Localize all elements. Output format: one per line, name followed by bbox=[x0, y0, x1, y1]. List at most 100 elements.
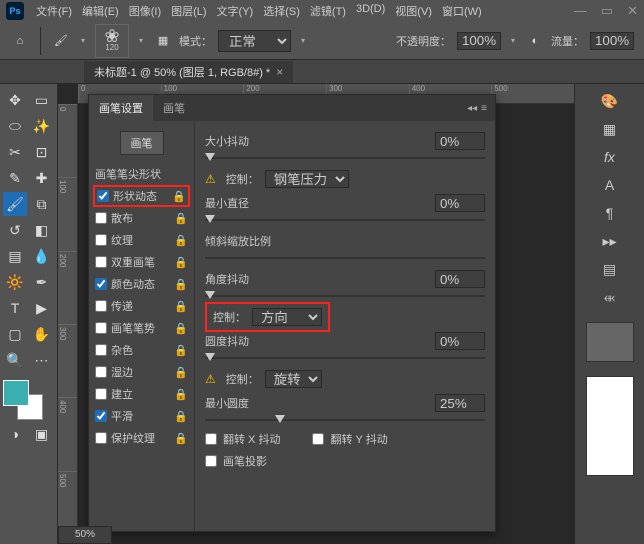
type-tool[interactable]: T bbox=[3, 296, 27, 320]
character-panel-icon[interactable]: A bbox=[599, 174, 621, 196]
setting-scattering[interactable]: 散布🔒 bbox=[93, 207, 190, 229]
home-icon[interactable]: ⌂ bbox=[10, 31, 30, 51]
flip-x-checkbox[interactable] bbox=[205, 433, 217, 445]
color-dynamics-checkbox[interactable] bbox=[95, 278, 107, 290]
setting-wet-edges[interactable]: 湿边🔒 bbox=[93, 361, 190, 383]
setting-brush-pose[interactable]: 画笔笔势🔒 bbox=[93, 317, 190, 339]
menu-select[interactable]: 选择(S) bbox=[259, 1, 304, 21]
brush-tip-shape-row[interactable]: 画笔笔尖形状 bbox=[93, 163, 190, 185]
panel-collapse-icon[interactable]: ◂◂ bbox=[467, 103, 477, 114]
shape-dynamics-checkbox[interactable] bbox=[97, 190, 109, 202]
wet-edges-checkbox[interactable] bbox=[95, 366, 107, 378]
move-tool[interactable]: ✥ bbox=[3, 88, 27, 112]
zoom-tool[interactable]: 🔍 bbox=[3, 348, 27, 372]
maximize-button[interactable]: ▭ bbox=[601, 3, 613, 19]
pen-tool[interactable]: ✒ bbox=[30, 270, 54, 294]
lock-icon[interactable]: 🔒 bbox=[174, 432, 188, 445]
menu-type[interactable]: 文字(Y) bbox=[213, 1, 258, 21]
blend-mode-select[interactable]: 正常 bbox=[218, 30, 291, 52]
lock-icon[interactable]: 🔒 bbox=[174, 322, 188, 335]
lock-icon[interactable]: 🔒 bbox=[174, 278, 188, 291]
texture-checkbox[interactable] bbox=[95, 234, 107, 246]
history-brush-tool[interactable]: ↺ bbox=[3, 218, 27, 242]
lasso-tool[interactable]: ⬭ bbox=[3, 114, 27, 138]
panel-menu-icon[interactable]: ≡ bbox=[481, 103, 487, 114]
control2-select[interactable]: 方向 bbox=[252, 308, 322, 326]
paragraph-panel-icon[interactable]: ¶ bbox=[599, 202, 621, 224]
path-select-tool[interactable]: ▶ bbox=[30, 296, 54, 320]
brush-presets-button[interactable]: 画笔 bbox=[120, 131, 164, 155]
lock-icon[interactable]: 🔒 bbox=[174, 388, 188, 401]
magic-wand-tool[interactable]: ✨ bbox=[30, 114, 54, 138]
menu-view[interactable]: 视图(V) bbox=[391, 1, 436, 21]
lock-icon[interactable]: 🔒 bbox=[172, 190, 186, 203]
scattering-checkbox[interactable] bbox=[95, 212, 107, 224]
eraser-tool[interactable]: ◧ bbox=[30, 218, 54, 242]
navigator-thumbnail[interactable] bbox=[586, 322, 634, 362]
hand-tool[interactable]: ✋ bbox=[30, 322, 54, 346]
dual-brush-checkbox[interactable] bbox=[95, 256, 107, 268]
paths-panel-icon[interactable]: ⬺ bbox=[599, 286, 621, 308]
size-jitter-input[interactable] bbox=[435, 132, 485, 150]
setting-dual-brush[interactable]: 双重画笔🔒 bbox=[93, 251, 190, 273]
transfer-checkbox[interactable] bbox=[95, 300, 107, 312]
swatches-panel-icon[interactable]: ▦ bbox=[599, 118, 621, 140]
chevron-down-icon[interactable]: ▾ bbox=[507, 36, 519, 45]
canvas-area[interactable]: 0100200300400500 0100200300400500 画笔设置 画… bbox=[58, 84, 574, 544]
close-button[interactable]: ✕ bbox=[627, 3, 638, 19]
chevron-down-icon[interactable]: ▾ bbox=[135, 36, 147, 45]
menu-3d[interactable]: 3D(D) bbox=[352, 1, 389, 21]
crop-tool[interactable]: ✂ bbox=[3, 140, 27, 164]
menu-filter[interactable]: 滤镜(T) bbox=[306, 1, 350, 21]
collapse-dock-icon[interactable]: ▸▸ bbox=[599, 230, 621, 252]
angle-jitter-slider[interactable] bbox=[205, 291, 485, 301]
control1-select[interactable]: 钢笔压力 bbox=[265, 170, 349, 188]
stamp-tool[interactable]: ⧉ bbox=[30, 192, 54, 216]
healing-tool[interactable]: ✚ bbox=[30, 166, 54, 190]
menu-edit[interactable]: 编辑(E) bbox=[78, 1, 123, 21]
chevron-down-icon[interactable]: ▾ bbox=[297, 36, 309, 45]
tab-brush-settings[interactable]: 画笔设置 bbox=[89, 95, 153, 121]
min-diameter-slider[interactable] bbox=[205, 215, 485, 225]
round-jitter-slider[interactable] bbox=[205, 353, 485, 363]
flow-input[interactable] bbox=[590, 32, 634, 50]
flip-y-checkbox[interactable] bbox=[312, 433, 324, 445]
screenmode-toggle[interactable]: ▣ bbox=[30, 422, 54, 446]
protect-texture-checkbox[interactable] bbox=[95, 432, 107, 444]
opacity-input[interactable] bbox=[457, 32, 501, 50]
minimize-button[interactable]: — bbox=[574, 3, 587, 19]
lock-icon[interactable]: 🔒 bbox=[174, 300, 188, 313]
frame-tool[interactable]: ⊡ bbox=[30, 140, 54, 164]
edit-toolbar[interactable]: ⋯ bbox=[30, 348, 54, 372]
brush-tool-icon[interactable]: 🖌 bbox=[51, 31, 71, 51]
menu-file[interactable]: 文件(F) bbox=[32, 1, 76, 21]
min-round-slider[interactable] bbox=[205, 415, 485, 425]
close-tab-icon[interactable]: × bbox=[276, 65, 283, 79]
setting-shape-dynamics[interactable]: 形状动态🔒 bbox=[93, 185, 190, 207]
buildup-checkbox[interactable] bbox=[95, 388, 107, 400]
brush-pose-checkbox[interactable] bbox=[95, 322, 107, 334]
pressure-opacity-icon[interactable]: ◐ bbox=[525, 31, 545, 51]
chevron-down-icon[interactable]: ▾ bbox=[77, 36, 89, 45]
lock-icon[interactable]: 🔒 bbox=[174, 256, 188, 269]
round-jitter-input[interactable] bbox=[435, 332, 485, 350]
size-jitter-slider[interactable] bbox=[205, 153, 485, 163]
tab-brushes[interactable]: 画笔 bbox=[153, 95, 195, 121]
document-tab[interactable]: 未标题-1 @ 50% (图层 1, RGB/8#) * × bbox=[84, 61, 293, 83]
brush-tool[interactable]: 🖌 bbox=[3, 192, 27, 216]
layers-panel-icon[interactable]: ▤ bbox=[599, 258, 621, 280]
control3-select[interactable]: 旋转 bbox=[265, 370, 322, 388]
setting-transfer[interactable]: 传递🔒 bbox=[93, 295, 190, 317]
menu-layer[interactable]: 图层(L) bbox=[167, 1, 210, 21]
gradient-tool[interactable]: ▤ bbox=[3, 244, 27, 268]
min-diameter-input[interactable] bbox=[435, 194, 485, 212]
angle-jitter-input[interactable] bbox=[435, 270, 485, 288]
color-panel-icon[interactable]: 🎨 bbox=[599, 90, 621, 112]
marquee-tool[interactable]: ▭ bbox=[30, 88, 54, 112]
lock-icon[interactable]: 🔒 bbox=[174, 366, 188, 379]
menu-image[interactable]: 图像(I) bbox=[125, 1, 165, 21]
foreground-color-swatch[interactable] bbox=[3, 380, 29, 406]
lock-icon[interactable]: 🔒 bbox=[174, 344, 188, 357]
brush-preset-preview[interactable]: ❀ 120 bbox=[95, 24, 129, 58]
lock-icon[interactable]: 🔒 bbox=[174, 234, 188, 247]
